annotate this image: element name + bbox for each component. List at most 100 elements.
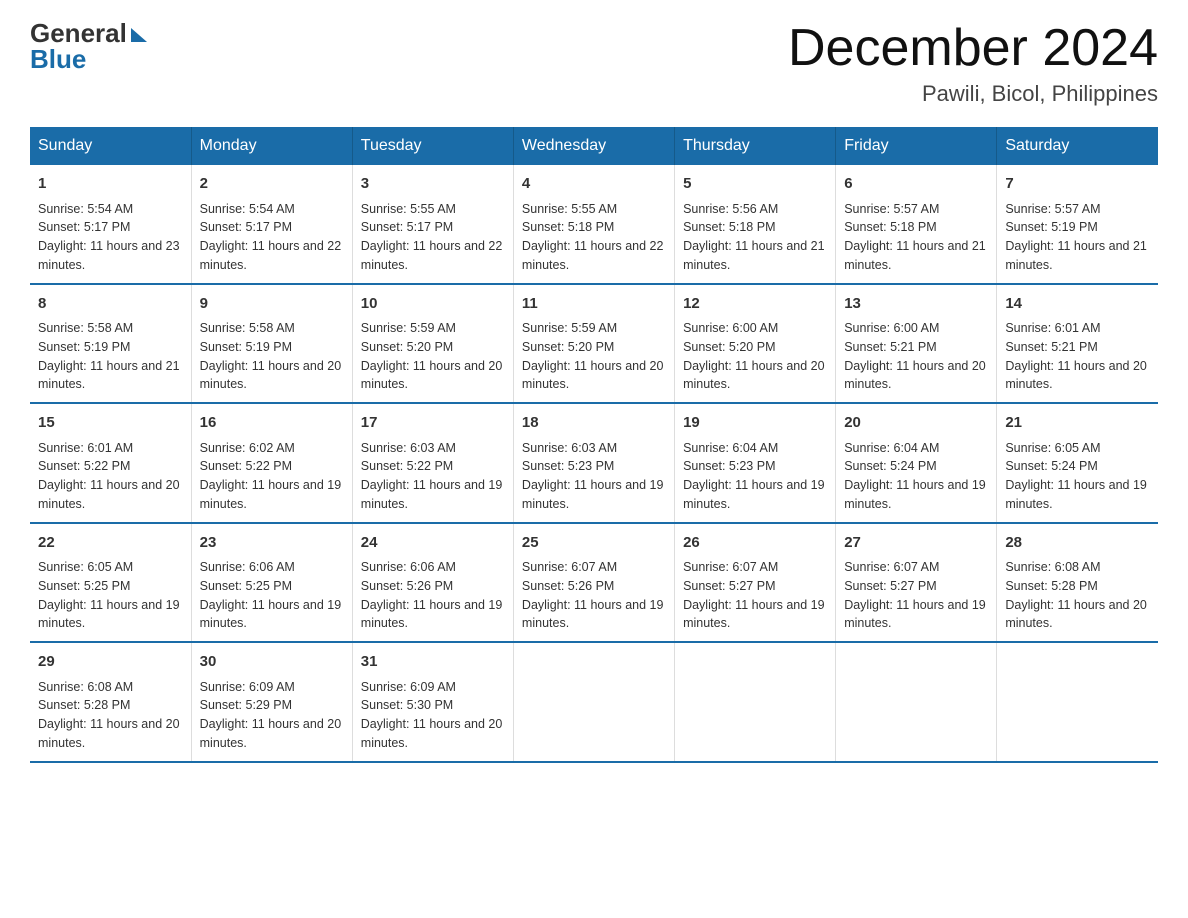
day-number: 7 [1005,173,1150,196]
day-info: Sunrise: 5:57 AMSunset: 5:18 PMDaylight:… [844,200,988,275]
day-info: Sunrise: 5:58 AMSunset: 5:19 PMDaylight:… [38,319,183,394]
header-day-monday: Monday [191,127,352,165]
day-number: 21 [1005,412,1150,435]
calendar-cell: 20 Sunrise: 6:04 AMSunset: 5:24 PMDayligh… [836,403,997,523]
header-day-saturday: Saturday [997,127,1158,165]
day-number: 19 [683,412,827,435]
day-number: 5 [683,173,827,196]
calendar-cell: 1Sunrise: 5:54 AMSunset: 5:17 PMDaylight… [30,165,191,284]
calendar-cell: 16 Sunrise: 6:02 AMSunset: 5:22 PMDayligh… [191,403,352,523]
calendar-cell [675,642,836,762]
calendar-cell: 7 Sunrise: 5:57 AMSunset: 5:19 PMDaylight… [997,165,1158,284]
calendar-cell: 23 Sunrise: 6:06 AMSunset: 5:25 PMDayligh… [191,523,352,643]
location-subtitle: Pawili, Bicol, Philippines [788,81,1158,107]
calendar-cell: 21Sunrise: 6:05 AMSunset: 5:24 PMDayligh… [997,403,1158,523]
calendar-cell [513,642,674,762]
day-number: 27 [844,532,988,555]
day-info: Sunrise: 6:06 AMSunset: 5:25 PMDaylight:… [200,558,344,633]
day-number: 22 [38,532,183,555]
day-info: Sunrise: 6:01 AMSunset: 5:21 PMDaylight:… [1005,319,1150,394]
day-number: 14 [1005,293,1150,316]
day-number: 2 [200,173,344,196]
logo-blue-text: Blue [30,44,86,75]
calendar-cell [997,642,1158,762]
calendar-cell: 15Sunrise: 6:01 AMSunset: 5:22 PMDayligh… [30,403,191,523]
title-block: December 2024 Pawili, Bicol, Philippines [788,20,1158,107]
day-info: Sunrise: 5:58 AMSunset: 5:19 PMDaylight:… [200,319,344,394]
day-info: Sunrise: 6:08 AMSunset: 5:28 PMDaylight:… [38,678,183,753]
calendar-week-row: 15Sunrise: 6:01 AMSunset: 5:22 PMDayligh… [30,403,1158,523]
calendar-cell: 6 Sunrise: 5:57 AMSunset: 5:18 PMDaylight… [836,165,997,284]
day-number: 30 [200,651,344,674]
header-day-friday: Friday [836,127,997,165]
page-header: General Blue December 2024 Pawili, Bicol… [30,20,1158,107]
logo-arrow-icon [131,28,147,42]
header-day-sunday: Sunday [30,127,191,165]
calendar-cell: 22 Sunrise: 6:05 AMSunset: 5:25 PMDayligh… [30,523,191,643]
day-info: Sunrise: 6:05 AMSunset: 5:25 PMDaylight:… [38,558,183,633]
day-info: Sunrise: 5:57 AMSunset: 5:19 PMDaylight:… [1005,200,1150,275]
calendar-week-row: 8 Sunrise: 5:58 AMSunset: 5:19 PMDaylight… [30,284,1158,404]
day-info: Sunrise: 6:07 AMSunset: 5:27 PMDaylight:… [844,558,988,633]
day-number: 10 [361,293,505,316]
day-info: Sunrise: 6:02 AMSunset: 5:22 PMDaylight:… [200,439,344,514]
calendar-cell: 3 Sunrise: 5:55 AMSunset: 5:17 PMDaylight… [352,165,513,284]
day-info: Sunrise: 6:08 AMSunset: 5:28 PMDaylight:… [1005,558,1150,633]
month-title: December 2024 [788,20,1158,77]
day-number: 12 [683,293,827,316]
calendar-week-row: 1Sunrise: 5:54 AMSunset: 5:17 PMDaylight… [30,165,1158,284]
calendar-cell: 17 Sunrise: 6:03 AMSunset: 5:22 PMDayligh… [352,403,513,523]
calendar-week-row: 22 Sunrise: 6:05 AMSunset: 5:25 PMDayligh… [30,523,1158,643]
day-number: 3 [361,173,505,196]
day-info: Sunrise: 6:04 AMSunset: 5:23 PMDaylight:… [683,439,827,514]
day-number: 18 [522,412,666,435]
day-number: 11 [522,293,666,316]
day-info: Sunrise: 6:03 AMSunset: 5:22 PMDaylight:… [361,439,505,514]
day-info: Sunrise: 6:04 AMSunset: 5:24 PMDaylight:… [844,439,988,514]
day-info: Sunrise: 6:07 AMSunset: 5:26 PMDaylight:… [522,558,666,633]
day-number: 17 [361,412,505,435]
calendar-cell: 10 Sunrise: 5:59 AMSunset: 5:20 PMDayligh… [352,284,513,404]
calendar-cell: 24 Sunrise: 6:06 AMSunset: 5:26 PMDayligh… [352,523,513,643]
calendar-header-row: SundayMondayTuesdayWednesdayThursdayFrid… [30,127,1158,165]
calendar-cell: 19 Sunrise: 6:04 AMSunset: 5:23 PMDayligh… [675,403,836,523]
calendar-cell: 13Sunrise: 6:00 AMSunset: 5:21 PMDayligh… [836,284,997,404]
calendar-cell: 30Sunrise: 6:09 AMSunset: 5:29 PMDayligh… [191,642,352,762]
header-day-thursday: Thursday [675,127,836,165]
day-number: 25 [522,532,666,555]
day-number: 24 [361,532,505,555]
calendar-cell: 4 Sunrise: 5:55 AMSunset: 5:18 PMDaylight… [513,165,674,284]
calendar-cell: 25 Sunrise: 6:07 AMSunset: 5:26 PMDayligh… [513,523,674,643]
day-info: Sunrise: 6:03 AMSunset: 5:23 PMDaylight:… [522,439,666,514]
day-number: 26 [683,532,827,555]
calendar-cell: 2 Sunrise: 5:54 AMSunset: 5:17 PMDaylight… [191,165,352,284]
logo-general-text: General [30,20,127,46]
calendar-cell: 9 Sunrise: 5:58 AMSunset: 5:19 PMDaylight… [191,284,352,404]
calendar-cell: 8 Sunrise: 5:58 AMSunset: 5:19 PMDaylight… [30,284,191,404]
day-number: 23 [200,532,344,555]
logo: General Blue [30,20,147,75]
day-number: 9 [200,293,344,316]
day-info: Sunrise: 6:07 AMSunset: 5:27 PMDaylight:… [683,558,827,633]
calendar-table: SundayMondayTuesdayWednesdayThursdayFrid… [30,127,1158,763]
day-info: Sunrise: 5:54 AMSunset: 5:17 PMDaylight:… [200,200,344,275]
day-info: Sunrise: 6:09 AMSunset: 5:30 PMDaylight:… [361,678,505,753]
day-info: Sunrise: 6:06 AMSunset: 5:26 PMDaylight:… [361,558,505,633]
day-number: 8 [38,293,183,316]
day-info: Sunrise: 5:59 AMSunset: 5:20 PMDaylight:… [522,319,666,394]
calendar-body: 1Sunrise: 5:54 AMSunset: 5:17 PMDaylight… [30,165,1158,762]
day-number: 16 [200,412,344,435]
day-info: Sunrise: 5:55 AMSunset: 5:18 PMDaylight:… [522,200,666,275]
calendar-cell: 12Sunrise: 6:00 AMSunset: 5:20 PMDayligh… [675,284,836,404]
calendar-cell: 14 Sunrise: 6:01 AMSunset: 5:21 PMDayligh… [997,284,1158,404]
day-info: Sunrise: 5:55 AMSunset: 5:17 PMDaylight:… [361,200,505,275]
day-info: Sunrise: 5:59 AMSunset: 5:20 PMDaylight:… [361,319,505,394]
day-number: 31 [361,651,505,674]
day-number: 4 [522,173,666,196]
day-info: Sunrise: 6:01 AMSunset: 5:22 PMDaylight:… [38,439,183,514]
calendar-cell: 27 Sunrise: 6:07 AMSunset: 5:27 PMDayligh… [836,523,997,643]
day-number: 6 [844,173,988,196]
day-number: 20 [844,412,988,435]
day-info: Sunrise: 5:56 AMSunset: 5:18 PMDaylight:… [683,200,827,275]
calendar-cell [836,642,997,762]
